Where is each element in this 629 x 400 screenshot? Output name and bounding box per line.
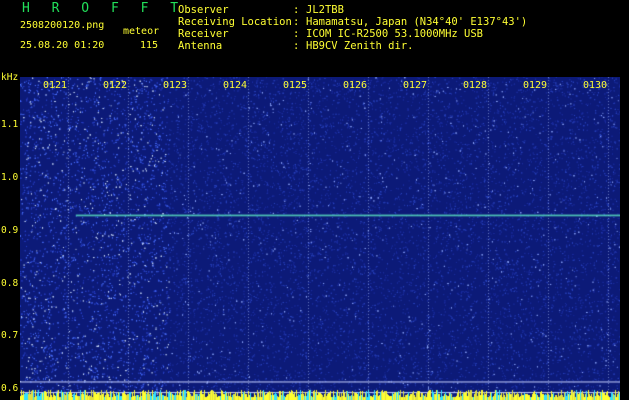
x-tick-label: 0121: [43, 80, 68, 91]
colon: :: [293, 28, 300, 40]
app-title: H R O F F T: [22, 1, 186, 16]
x-tick-label: 0124: [223, 80, 248, 91]
antenna-value: HB9CV Zenith dir.: [306, 40, 414, 52]
y-axis-unit-label: kHz: [1, 72, 19, 83]
header-panel: H R O F F T 2508200120.png meteor 25.08.…: [0, 0, 629, 76]
x-tick-label: 0126: [343, 80, 368, 91]
location-label: Receiving Location: [178, 16, 292, 28]
observer-value: JL2TBB: [306, 4, 344, 16]
y-tick-label: 0.9: [1, 224, 19, 236]
x-tick-label: 0128: [463, 80, 488, 91]
x-tick-label: 0122: [103, 80, 128, 91]
category-label: meteor: [123, 26, 160, 37]
receiver-value: ICOM IC-R2500 53.1000MHz USB: [306, 28, 484, 40]
y-tick-label: 0.7: [1, 330, 19, 342]
x-tick-label: 0127: [403, 80, 428, 91]
filename-label: 2508200120.png: [20, 20, 105, 31]
x-tick-label: 0123: [163, 80, 188, 91]
x-tick-label: 0125: [283, 80, 308, 91]
observer-label: Observer: [178, 4, 229, 16]
count-label: 115: [140, 40, 159, 51]
x-tick-label: 0129: [523, 80, 548, 91]
y-tick-label: 0.8: [1, 277, 19, 289]
antenna-label: Antenna: [178, 40, 223, 52]
receiver-label: Receiver: [178, 28, 229, 40]
y-tick-label: 1.1: [1, 118, 19, 130]
colon: :: [293, 16, 300, 28]
location-value: Hamamatsu, Japan (N34°40' E137°43'): [306, 16, 528, 28]
x-tick-label: 0130: [583, 80, 608, 91]
spectrogram-canvas: [20, 77, 620, 400]
colon: :: [293, 4, 300, 16]
y-tick-label: 1.0: [1, 171, 19, 183]
y-tick-label: 0.6: [1, 383, 19, 395]
datetime-label: 25.08.20 01:20: [20, 40, 105, 51]
colon: :: [293, 40, 300, 52]
